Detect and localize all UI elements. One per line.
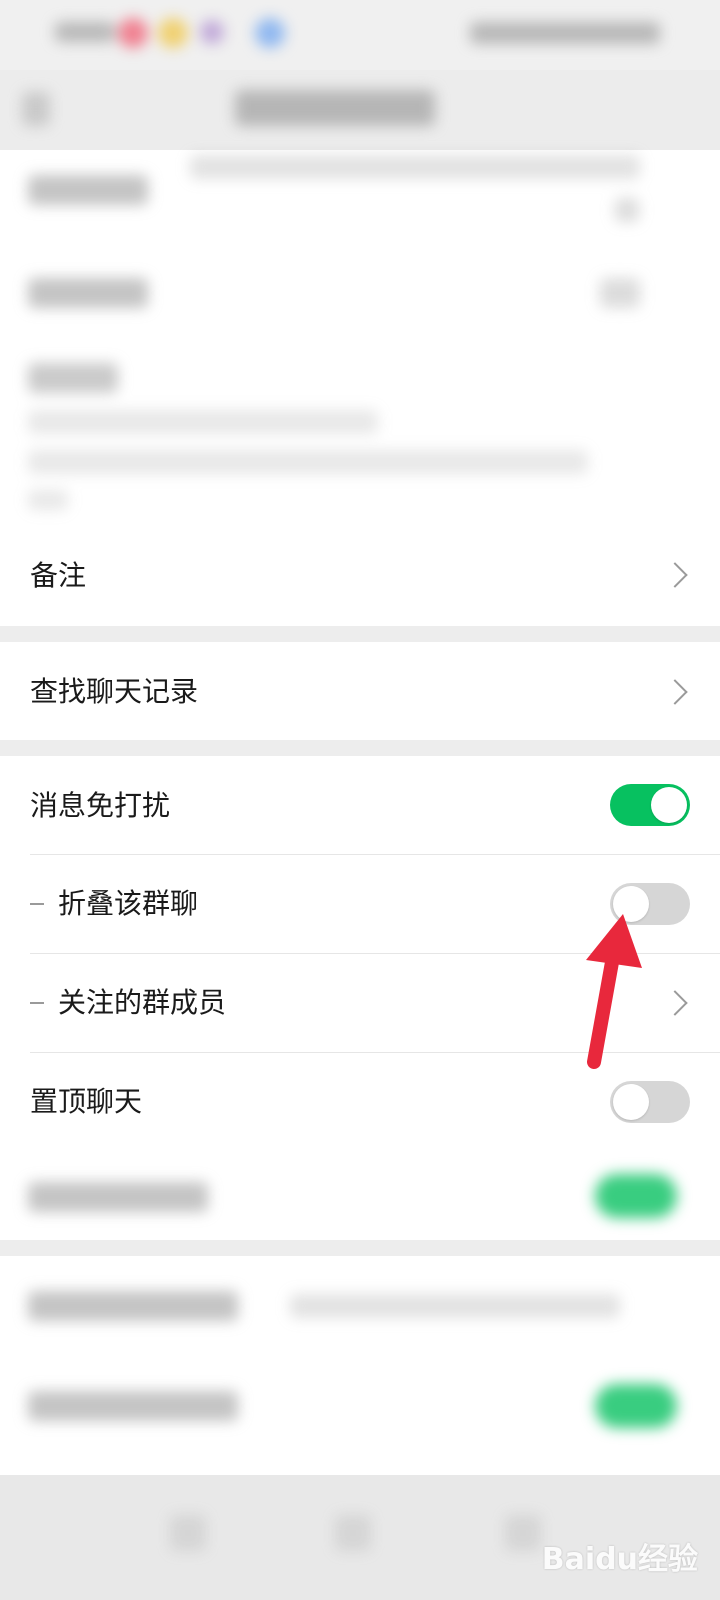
search-history-section: 查找聊天记录 — [0, 642, 720, 740]
chevron-right-icon — [662, 679, 688, 705]
followed-members-label: 关注的群成员 — [58, 986, 227, 1019]
blurred-section — [0, 1256, 720, 1475]
pin-toggle[interactable] — [610, 1081, 690, 1123]
search-history-label: 查找聊天记录 — [30, 675, 199, 708]
remark-label: 备注 — [30, 559, 87, 592]
mute-label: 消息免打扰 — [30, 789, 171, 822]
nav-bar — [0, 70, 720, 150]
annotation-arrow-icon — [586, 914, 642, 1069]
watermark: Baidu经验 — [541, 1542, 698, 1577]
dash-icon — [30, 903, 44, 905]
pin-label: 置顶聊天 — [30, 1085, 143, 1118]
search-history-row[interactable]: 查找聊天记录 — [0, 642, 720, 740]
chevron-right-icon — [662, 990, 688, 1016]
toggle-knob — [613, 1084, 649, 1120]
mute-toggle[interactable] — [610, 784, 690, 826]
status-bar — [0, 0, 720, 70]
dash-icon — [30, 1002, 44, 1004]
remark-row[interactable]: 备注 — [0, 546, 720, 606]
fold-label: 折叠该群聊 — [58, 887, 199, 920]
toggle-knob — [651, 787, 687, 823]
chevron-right-icon — [662, 562, 688, 588]
blurred-setting-row — [0, 1152, 720, 1240]
group-info-section: 备注 — [0, 150, 720, 626]
mute-row: 消息免打扰 — [0, 756, 720, 854]
